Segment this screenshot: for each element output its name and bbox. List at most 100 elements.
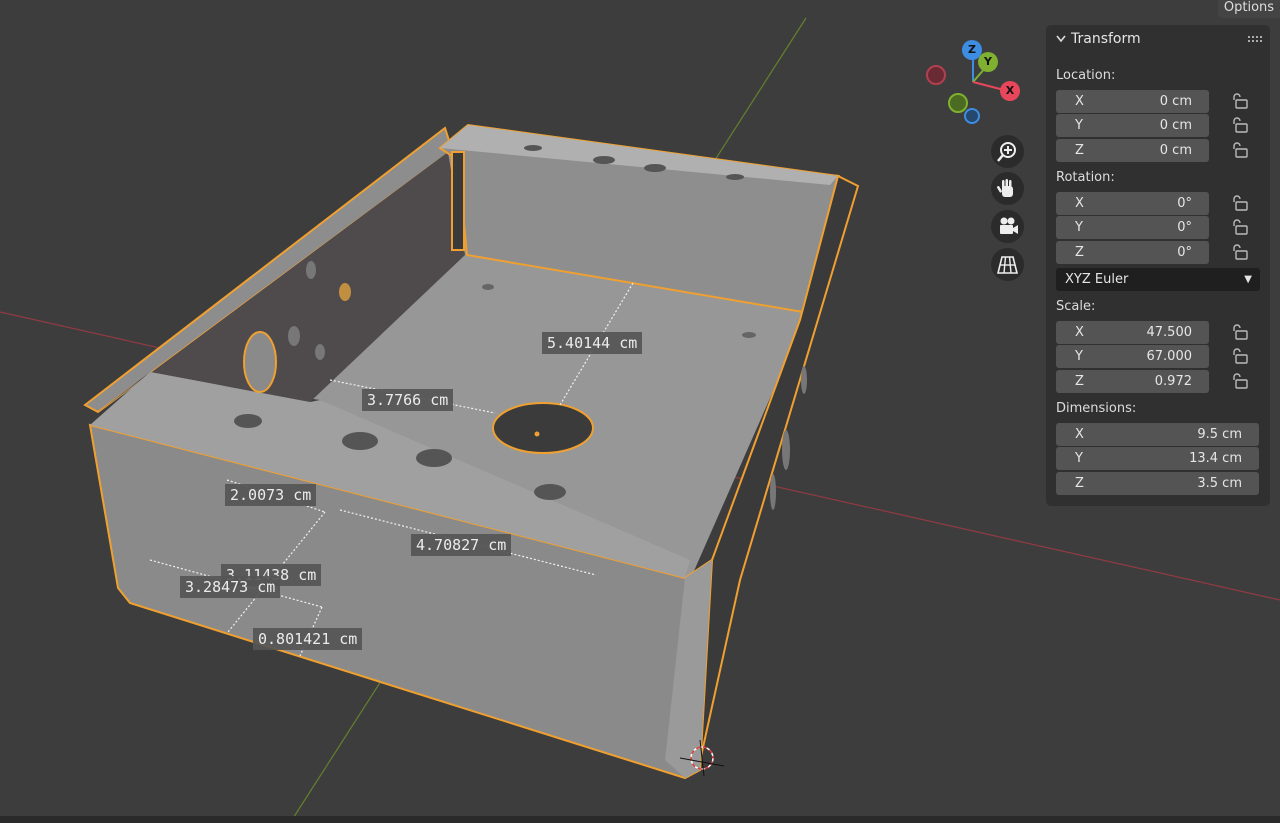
right-wall-hole <box>782 430 790 470</box>
gizmo-x-axis[interactable]: X <box>1000 81 1020 101</box>
panel-header[interactable]: Transform <box>1046 25 1270 53</box>
camera-icon <box>1000 217 1018 234</box>
center-hole <box>492 402 594 454</box>
rotation-label: Rotation: <box>1056 170 1115 185</box>
box-model[interactable] <box>83 123 860 780</box>
scale-z-value: 0.972 <box>1154 374 1192 389</box>
wall-hole <box>315 344 325 360</box>
options-button[interactable]: Options <box>1218 0 1280 18</box>
location-y-value: 0 cm <box>1159 118 1192 133</box>
bottom-bar <box>0 816 1280 823</box>
gizmo-y-axis[interactable]: Y <box>978 52 998 72</box>
plate-hole <box>524 145 542 151</box>
camera-view-button[interactable] <box>991 210 1024 243</box>
scale-label: Scale: <box>1056 299 1096 314</box>
axis-label: Y <box>1075 118 1083 133</box>
dimensions-y-field[interactable]: Y 13.4 cm <box>1056 447 1259 470</box>
floor-hole <box>482 284 494 290</box>
right-wall-hole <box>770 474 776 510</box>
wall-hole <box>288 326 300 346</box>
axis-label: X <box>1075 196 1084 211</box>
transform-panel: Transform Location: X 0 cm Y 0 cm Z 0 cm Ro… <box>1046 25 1270 506</box>
slot <box>451 151 465 251</box>
axis-label: Z <box>1075 476 1084 491</box>
rotation-mode-dropdown[interactable]: XYZ Euler ▼ <box>1056 268 1260 291</box>
lock-icon[interactable] <box>1231 93 1249 109</box>
location-x-field[interactable]: X 0 cm <box>1056 90 1209 113</box>
rotation-z-value: 0° <box>1177 245 1192 260</box>
axis-label: X <box>1075 325 1084 340</box>
lock-icon[interactable] <box>1231 348 1249 364</box>
location-label: Location: <box>1056 68 1116 83</box>
axis-label: Z <box>1075 143 1084 158</box>
plate-hole <box>593 156 615 164</box>
location-z-field[interactable]: Z 0 cm <box>1056 139 1209 162</box>
scale-x-field[interactable]: X 47.500 <box>1056 321 1209 344</box>
rotation-mode-value: XYZ Euler <box>1065 272 1129 287</box>
measurement-label[interactable]: 3.28473 cm <box>180 576 281 598</box>
axis-label: Z <box>1075 245 1084 260</box>
lock-icon[interactable] <box>1231 117 1249 133</box>
right-wall-hole <box>801 366 807 394</box>
dimensions-x-field[interactable]: X 9.5 cm <box>1056 423 1259 446</box>
location-z-value: 0 cm <box>1159 143 1192 158</box>
lock-icon[interactable] <box>1231 373 1249 389</box>
panel-title: Transform <box>1071 31 1141 47</box>
plate-hole <box>726 174 744 180</box>
chevron-down-icon <box>1056 35 1066 43</box>
gizmo-neg-z[interactable] <box>964 108 980 124</box>
scale-z-field[interactable]: Z 0.972 <box>1056 370 1209 393</box>
measurement-label[interactable]: 5.40144 cm <box>542 332 643 354</box>
dimensions-label: Dimensions: <box>1056 401 1137 416</box>
lock-icon[interactable] <box>1231 324 1249 340</box>
floor-hole <box>342 432 378 450</box>
measurement-label[interactable]: 0.801421 cm <box>253 628 363 650</box>
pan-button[interactable] <box>991 172 1024 205</box>
floor-hole <box>234 414 262 428</box>
floor-hole <box>534 484 566 500</box>
measurement-label[interactable]: 3.7766 cm <box>362 389 454 411</box>
scale-x-value: 47.500 <box>1146 325 1193 340</box>
drag-handle-icon[interactable] <box>1248 36 1262 44</box>
origin-point <box>534 431 540 437</box>
hand-pan-icon <box>997 179 1013 197</box>
location-y-field[interactable]: Y 0 cm <box>1056 114 1209 137</box>
dimensions-z-value: 3.5 cm <box>1197 476 1242 491</box>
grid-perspective-icon <box>997 256 1018 274</box>
dimensions-x-value: 9.5 cm <box>1197 427 1242 442</box>
scale-y-value: 67.000 <box>1146 349 1193 364</box>
floor-hole <box>742 332 756 338</box>
gizmo-neg-x[interactable] <box>926 65 946 85</box>
rotation-x-field[interactable]: X 0° <box>1056 192 1209 215</box>
location-x-value: 0 cm <box>1159 94 1192 109</box>
lock-icon[interactable] <box>1231 195 1249 211</box>
wall-hole <box>339 283 351 301</box>
lock-icon[interactable] <box>1231 142 1249 158</box>
perspective-toggle-button[interactable] <box>991 248 1024 281</box>
rotation-y-field[interactable]: Y 0° <box>1056 216 1209 239</box>
wall-hole <box>243 331 277 393</box>
rotation-z-field[interactable]: Z 0° <box>1056 241 1209 264</box>
axis-label: X <box>1075 427 1084 442</box>
measurement-label[interactable]: 2.0073 cm <box>225 484 317 506</box>
lock-icon[interactable] <box>1231 244 1249 260</box>
scale-y-field[interactable]: Y 67.000 <box>1056 345 1209 368</box>
floor-hole <box>416 449 452 467</box>
wall-hole <box>306 261 316 279</box>
axis-label: Y <box>1075 451 1083 466</box>
zoom-button[interactable] <box>991 135 1024 168</box>
measurement-label[interactable]: 4.70827 cm <box>411 534 512 556</box>
plate-hole <box>644 164 666 172</box>
dimensions-y-value: 13.4 cm <box>1189 451 1242 466</box>
axis-label: Z <box>1075 374 1084 389</box>
axis-label: Y <box>1075 220 1083 235</box>
axis-label: Y <box>1075 349 1083 364</box>
navigation-gizmo[interactable]: Z Y X <box>920 38 1030 128</box>
lock-icon[interactable] <box>1231 219 1249 235</box>
rotation-y-value: 0° <box>1177 220 1192 235</box>
zoom-icon <box>997 142 1016 162</box>
chevron-down-icon: ▼ <box>1244 274 1252 285</box>
rotation-x-value: 0° <box>1177 196 1192 211</box>
dimensions-z-field[interactable]: Z 3.5 cm <box>1056 472 1259 495</box>
axis-label: X <box>1075 94 1084 109</box>
